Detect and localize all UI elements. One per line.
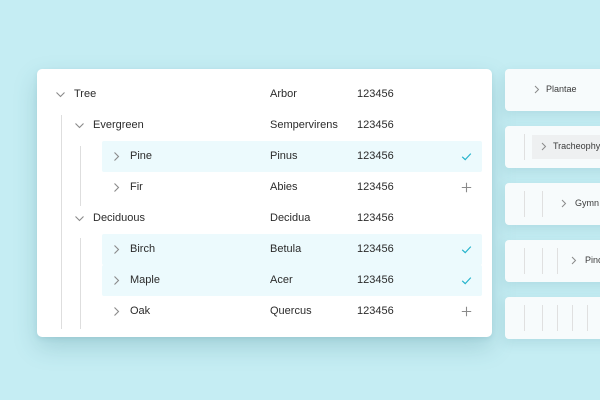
- tree-guide-line: [557, 248, 558, 274]
- row-label: Evergreen: [93, 119, 144, 131]
- tree-row-deciduous[interactable]: Deciduous Decidua 123456: [37, 203, 492, 234]
- row-latin-name: Arbor: [270, 88, 297, 100]
- row-code: 123456: [357, 119, 394, 131]
- side-card-plantae[interactable]: Plantae: [505, 69, 600, 111]
- tree-row-evergreen[interactable]: Evergreen Sempervirens 123456: [37, 110, 492, 141]
- chevron-down-icon[interactable]: [74, 120, 85, 131]
- side-card-gymnosperms[interactable]: Gymn: [505, 183, 600, 225]
- row-code: 123456: [357, 88, 394, 100]
- chevron-right-icon[interactable]: [111, 275, 122, 286]
- tree-row-pine[interactable]: Pine Pinus 123456: [37, 141, 492, 172]
- side-card-label: Pinc: [585, 255, 600, 265]
- tree-row-oak[interactable]: Oak Quercus 123456: [37, 296, 492, 327]
- side-card-label: Plantae: [546, 84, 577, 94]
- plus-icon[interactable]: [461, 306, 472, 317]
- tree-row-maple[interactable]: Maple Acer 123456: [37, 265, 492, 296]
- chevron-right-icon[interactable]: [539, 142, 548, 151]
- chevron-down-icon[interactable]: [55, 89, 66, 100]
- chevron-right-icon[interactable]: [569, 256, 578, 265]
- plus-icon[interactable]: [461, 182, 472, 193]
- row-label: Birch: [130, 243, 156, 255]
- tree-guide-line: [524, 305, 525, 331]
- row-latin-name: Decidua: [270, 212, 311, 224]
- row-latin-name: Abies: [270, 181, 298, 193]
- side-card-pinopsida[interactable]: Pinc: [505, 240, 600, 282]
- row-label: Deciduous: [93, 212, 145, 224]
- tree-guide-line: [542, 191, 543, 217]
- row-label: Maple: [130, 274, 160, 286]
- row-label: Oak: [130, 305, 151, 317]
- chevron-right-icon[interactable]: [111, 306, 122, 317]
- side-card-tracheophyta[interactable]: Tracheophy: [505, 126, 600, 168]
- chevron-right-icon[interactable]: [111, 244, 122, 255]
- tree-guide-line: [587, 305, 588, 331]
- tree-row-birch[interactable]: Birch Betula 123456: [37, 234, 492, 265]
- tree-guide-line: [542, 305, 543, 331]
- tree-guide-line: [572, 305, 573, 331]
- row-label: Fir: [130, 181, 143, 193]
- check-icon[interactable]: [461, 275, 472, 286]
- row-latin-name: Quercus: [270, 305, 312, 317]
- chevron-right-icon[interactable]: [111, 182, 122, 193]
- row-label: Tree: [74, 88, 97, 100]
- tree-row-tree[interactable]: Tree Arbor 123456: [37, 79, 492, 110]
- row-latin-name: Sempervirens: [270, 119, 338, 131]
- chevron-right-icon[interactable]: [111, 151, 122, 162]
- side-card-empty[interactable]: [505, 297, 600, 339]
- row-latin-name: Acer: [270, 274, 293, 286]
- row-code: 123456: [357, 212, 394, 224]
- tree-guide-line: [524, 191, 525, 217]
- row-code: 123456: [357, 274, 394, 286]
- check-icon[interactable]: [461, 244, 472, 255]
- row-code: 123456: [357, 181, 394, 193]
- check-icon[interactable]: [461, 151, 472, 162]
- chevron-right-icon[interactable]: [559, 199, 568, 208]
- side-card-label: Gymn: [575, 198, 600, 208]
- row-code: 123456: [357, 243, 394, 255]
- tree-guide-line: [542, 248, 543, 274]
- tree-guide-line: [524, 134, 525, 160]
- tree-row-fir[interactable]: Fir Abies 123456: [37, 172, 492, 203]
- tree-table-card: Tree Arbor 123456 Evergreen Sempervirens…: [37, 69, 492, 337]
- chevron-down-icon[interactable]: [74, 213, 85, 224]
- row-latin-name: Betula: [270, 243, 302, 255]
- row-label: Pine: [130, 150, 153, 162]
- side-card-label: Tracheophy: [553, 141, 600, 151]
- row-code: 123456: [357, 305, 394, 317]
- row-code: 123456: [357, 150, 394, 162]
- tree-guide-line: [557, 305, 558, 331]
- tree-guide-line: [524, 248, 525, 274]
- chevron-right-icon[interactable]: [532, 85, 541, 94]
- row-latin-name: Pinus: [270, 150, 298, 162]
